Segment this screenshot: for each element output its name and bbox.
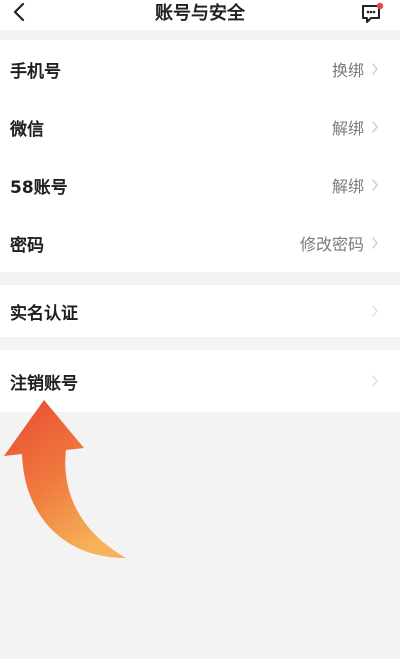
account-security-page: 账号与安全 手机号 换绑 微信 解绑 58账号 解绑 密码 修改密码 实名认证 … (0, 0, 400, 659)
empty-area (0, 412, 400, 659)
row-label: 58账号 (10, 177, 68, 198)
row-value: 解绑 (331, 177, 364, 196)
row-action: 解绑 (332, 98, 380, 156)
row-wechat[interactable]: 微信 解绑 (0, 98, 400, 156)
row-cancel-account[interactable]: 注销账号 (0, 350, 400, 412)
row-value: 换绑 (331, 61, 364, 80)
account-binding-group: 手机号 换绑 微信 解绑 58账号 解绑 密码 修改密码 (0, 40, 400, 272)
chevron-right-icon (370, 374, 380, 388)
row-label: 注销账号 (10, 373, 78, 394)
page-title: 账号与安全 (155, 3, 245, 24)
row-action: 修改密码 (300, 214, 380, 272)
row-value: 修改密码 (299, 235, 364, 254)
row-real-name-verification[interactable]: 实名认证 (0, 285, 400, 337)
row-action: 换绑 (332, 40, 380, 98)
real-name-group: 实名认证 (0, 285, 400, 337)
row-password[interactable]: 密码 修改密码 (0, 214, 400, 272)
row-action (370, 285, 380, 337)
row-phone[interactable]: 手机号 换绑 (0, 40, 400, 98)
message-icon (360, 2, 386, 30)
chevron-right-icon (370, 120, 380, 134)
cancel-account-group: 注销账号 (0, 350, 400, 412)
top-bar: 账号与安全 (0, 0, 400, 30)
chevron-right-icon (370, 178, 380, 192)
chevron-right-icon (370, 236, 380, 250)
message-button[interactable] (360, 2, 386, 26)
row-58-account[interactable]: 58账号 解绑 (0, 156, 400, 214)
notification-badge (376, 2, 384, 10)
chevron-right-icon (370, 62, 380, 76)
row-label: 微信 (10, 119, 44, 140)
row-value: 解绑 (331, 119, 364, 138)
row-label: 密码 (10, 235, 44, 256)
row-action: 解绑 (332, 156, 380, 214)
row-action (370, 350, 380, 412)
row-label: 实名认证 (10, 303, 78, 324)
chevron-right-icon (370, 304, 380, 318)
row-label: 手机号 (10, 61, 61, 82)
